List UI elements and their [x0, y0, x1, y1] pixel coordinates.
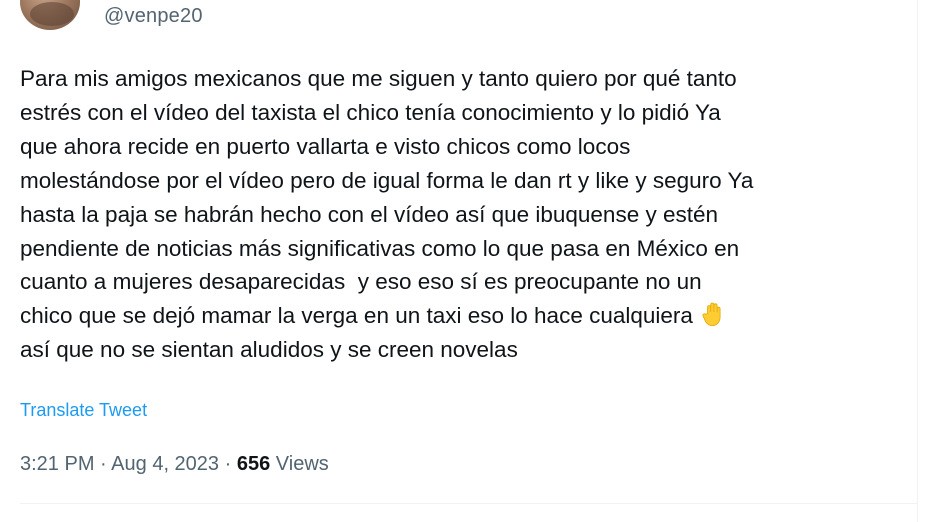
- tweet-metadata: 3:21 PM · Aug 4, 2023 · 656 Views: [20, 451, 329, 477]
- separator-dot: ·: [224, 453, 232, 475]
- timestamp-date[interactable]: Aug 4, 2023: [111, 453, 219, 475]
- tweet-text-line: hasta la paja se habrán hecho con el víd…: [20, 201, 719, 227]
- translate-tweet-link[interactable]: Translate Tweet: [20, 398, 147, 422]
- column-border: [917, 0, 918, 522]
- tweet-text-line: así que no se sientan aludidos y se cree…: [20, 337, 518, 363]
- avatar-shading: [30, 2, 74, 26]
- views-label: Views: [275, 453, 329, 475]
- tweet-text-line: Para mis amigos mexicanos que me siguen …: [20, 66, 737, 91]
- tweet-text-line: estrés con el vídeo del taxista el chico…: [20, 99, 721, 125]
- tweet-text-line: molestándose por el vídeo pero de igual …: [20, 167, 754, 193]
- divider: [20, 503, 917, 504]
- tweet-text-line: cuanto a mujeres desaparecidas y eso eso…: [20, 269, 702, 295]
- tweet: @venpe20 Para mis amigos mexicanos que m…: [0, 0, 928, 522]
- tweet-text: Para mis amigos mexicanos que me siguen …: [20, 62, 900, 367]
- separator-dot: ·: [100, 453, 107, 475]
- tweet-text-line: que ahora recide en puerto vallarta e vi…: [20, 133, 631, 159]
- raised-hand-emoji: [702, 303, 721, 327]
- tweet-text-line: pendiente de noticias más significativas…: [20, 235, 740, 261]
- tweet-text-line: chico que se dejó mamar la verga en un t…: [20, 303, 693, 329]
- timestamp-time[interactable]: 3:21 PM: [20, 453, 94, 475]
- avatar[interactable]: [20, 0, 80, 30]
- author-handle[interactable]: @venpe20: [104, 3, 203, 29]
- views-count: 656: [236, 453, 271, 475]
